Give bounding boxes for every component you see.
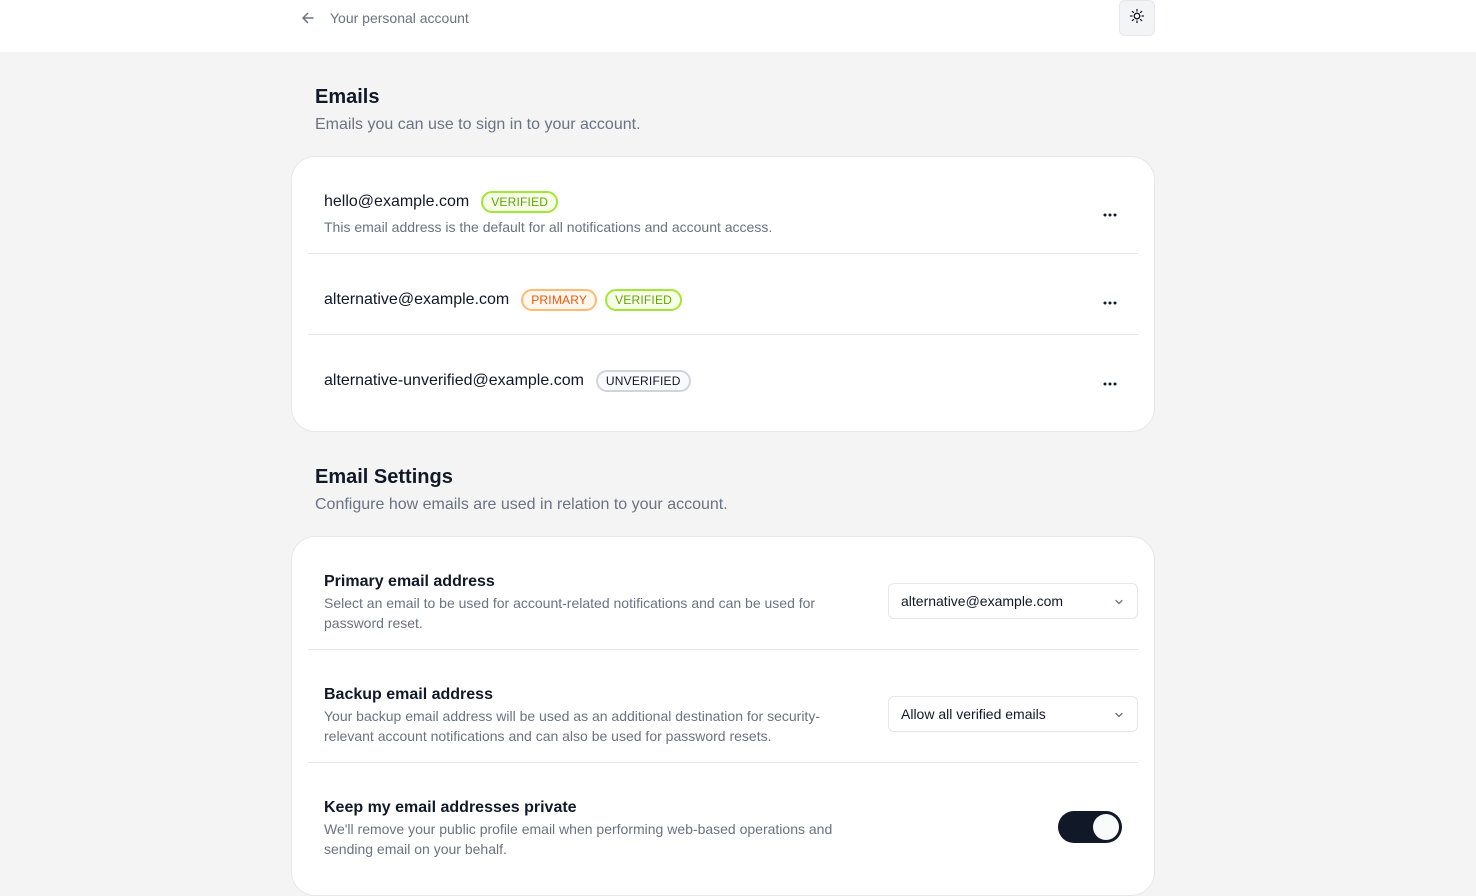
primary-email-setting: Primary email address Select an email to… <box>308 537 1138 650</box>
emails-section-header: Emails Emails you can use to sign in to … <box>315 86 641 134</box>
private-email-title: Keep my email addresses private <box>324 799 577 816</box>
email-line: hello@example.com VERIFIED <box>324 191 559 213</box>
more-horizontal-icon <box>1103 204 1117 222</box>
chevron-down-icon <box>1113 708 1125 724</box>
verified-badge: VERIFIED <box>605 289 683 311</box>
backup-email-title: Backup email address <box>324 686 493 703</box>
chevron-down-icon <box>1113 595 1125 611</box>
email-settings-title: Email Settings <box>315 466 453 488</box>
private-email-description: We'll remove your public profile email w… <box>324 821 833 857</box>
sun-icon <box>1129 8 1145 29</box>
top-bar: Your personal account <box>0 0 1476 52</box>
backup-email-setting: Backup email address Your backup email a… <box>308 650 1138 763</box>
verified-badge: VERIFIED <box>481 191 559 213</box>
primary-email-selected-value: alternative@example.com <box>901 593 1064 609</box>
arrow-left-icon <box>300 10 316 26</box>
email-address: alternative@example.com <box>324 291 510 308</box>
email-settings-header: Email Settings Configure how emails are … <box>315 466 728 514</box>
back-link[interactable]: Your personal account <box>300 8 469 28</box>
primary-badge: PRIMARY <box>521 289 598 311</box>
email-item: alternative@example.com PRIMARY VERIFIED <box>308 254 1138 335</box>
emails-title: Emails <box>315 86 380 108</box>
primary-email-select[interactable]: alternative@example.com <box>888 583 1138 619</box>
backup-email-description: Your backup email address will be used a… <box>324 708 820 744</box>
backup-email-selected-value: Allow all verified emails <box>901 706 1046 722</box>
email-item: alternative-unverified@example.com UNVER… <box>308 335 1138 431</box>
email-settings-card: Primary email address Select an email to… <box>291 536 1155 896</box>
more-options-button[interactable] <box>1098 201 1122 225</box>
theme-toggle-button[interactable] <box>1119 0 1155 36</box>
email-address: alternative-unverified@example.com <box>324 372 584 389</box>
email-address: hello@example.com <box>324 193 470 210</box>
email-settings-subtitle: Configure how emails are used in relatio… <box>315 496 728 513</box>
email-item: hello@example.com VERIFIED This email ad… <box>308 157 1138 254</box>
more-options-button[interactable] <box>1098 289 1122 313</box>
email-line: alternative-unverified@example.com UNVER… <box>324 370 691 392</box>
email-line: alternative@example.com PRIMARY VERIFIED <box>324 289 683 311</box>
private-email-setting: Keep my email addresses private We'll re… <box>308 763 1138 895</box>
more-options-button[interactable] <box>1098 370 1122 394</box>
primary-email-description: Select an email to be used for account-r… <box>324 595 816 631</box>
more-horizontal-icon <box>1103 292 1117 310</box>
emails-subtitle: Emails you can use to sign in to your ac… <box>315 116 641 133</box>
email-description: This email address is the default for al… <box>324 219 773 235</box>
back-link-label: Your personal account <box>330 10 469 26</box>
more-horizontal-icon <box>1103 373 1117 391</box>
primary-email-title: Primary email address <box>324 573 495 590</box>
toggle-knob <box>1093 814 1119 840</box>
unverified-badge: UNVERIFIED <box>595 370 691 392</box>
private-email-toggle[interactable] <box>1058 811 1122 843</box>
backup-email-select[interactable]: Allow all verified emails <box>888 696 1138 732</box>
emails-card: hello@example.com VERIFIED This email ad… <box>291 156 1155 432</box>
